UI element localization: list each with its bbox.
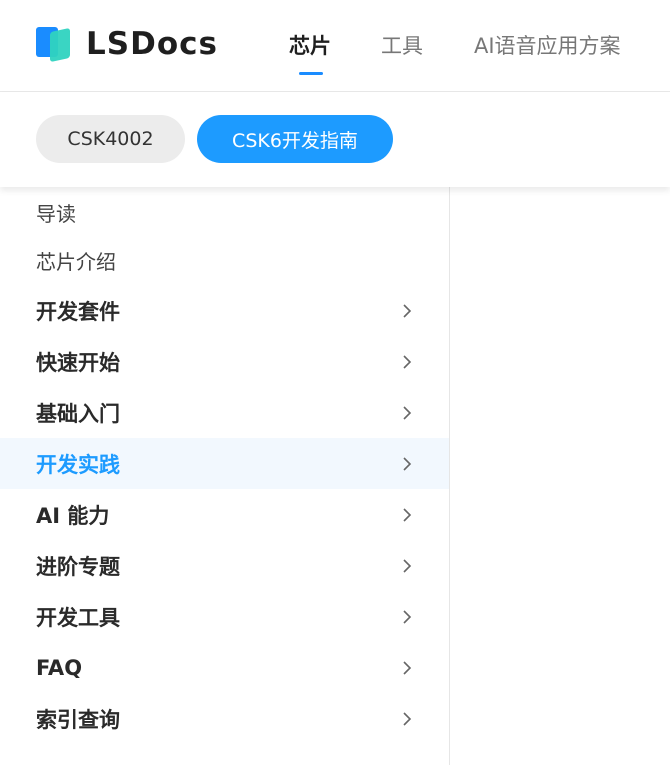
nav-item-ai-voice-solutions[interactable]: AI语音应用方案 xyxy=(474,30,621,60)
sidebar-item-label: 索引查询 xyxy=(36,707,120,732)
chevron-right-icon xyxy=(400,405,414,420)
sidebar-item-chip-intro[interactable]: 芯片介绍 xyxy=(0,235,449,286)
sidebar-item-label: FAQ xyxy=(36,655,83,680)
sidebar-item-index-search[interactable]: 索引查询 xyxy=(0,693,449,744)
chevron-right-icon xyxy=(400,507,414,522)
logo-text: LSDocs xyxy=(86,26,218,62)
logo-icon xyxy=(36,24,76,64)
sidebar-nav: 导读 芯片介绍 开发套件 快速开始 基础入门 开发实践 AI 能力 进阶专题 开… xyxy=(0,187,450,765)
sidebar-item-label: 开发套件 xyxy=(36,299,120,324)
chevron-right-icon xyxy=(400,609,414,624)
sidebar-item-label: 进阶专题 xyxy=(36,554,120,579)
sidebar-item-dev-kit[interactable]: 开发套件 xyxy=(0,285,449,336)
sidebar-item-dev-tools[interactable]: 开发工具 xyxy=(0,591,449,642)
chevron-right-icon xyxy=(400,711,414,726)
sidebar-item-intro[interactable]: 导读 xyxy=(0,187,449,238)
chevron-right-icon xyxy=(400,303,414,318)
nav-item-tools[interactable]: 工具 xyxy=(381,30,423,60)
chevron-right-icon xyxy=(400,354,414,369)
sidebar-item-label: 芯片介绍 xyxy=(36,250,116,274)
sidebar-item-ai-capability[interactable]: AI 能力 xyxy=(0,489,449,540)
product-chip-bar: CSK4002 CSK6开发指南 xyxy=(0,92,670,187)
sidebar-item-label: 导读 xyxy=(36,202,76,226)
sidebar-item-label: 基础入门 xyxy=(36,401,120,426)
sidebar-item-label: 开发实践 xyxy=(36,452,120,477)
chip-csk4002[interactable]: CSK4002 xyxy=(36,115,185,163)
active-nav-underline xyxy=(299,72,323,75)
top-header: LSDocs 芯片 工具 AI语音应用方案 xyxy=(0,0,670,92)
chevron-right-icon xyxy=(400,558,414,573)
chevron-right-icon xyxy=(400,456,414,471)
logo[interactable]: LSDocs xyxy=(36,24,218,64)
sidebar-item-faq[interactable]: FAQ xyxy=(0,642,449,693)
sidebar-item-label: AI 能力 xyxy=(36,503,110,528)
chevron-right-icon xyxy=(400,660,414,675)
sidebar-item-label: 开发工具 xyxy=(36,605,120,630)
sidebar-item-label: 快速开始 xyxy=(36,350,120,375)
chip-csk6-dev-guide[interactable]: CSK6开发指南 xyxy=(197,115,393,163)
nav-item-chips[interactable]: 芯片 xyxy=(289,30,331,60)
sidebar-item-dev-practice[interactable]: 开发实践 xyxy=(0,438,449,489)
sidebar-item-basics[interactable]: 基础入门 xyxy=(0,387,449,438)
sidebar-item-advanced-topics[interactable]: 进阶专题 xyxy=(0,540,449,591)
sidebar-item-quick-start[interactable]: 快速开始 xyxy=(0,336,449,387)
